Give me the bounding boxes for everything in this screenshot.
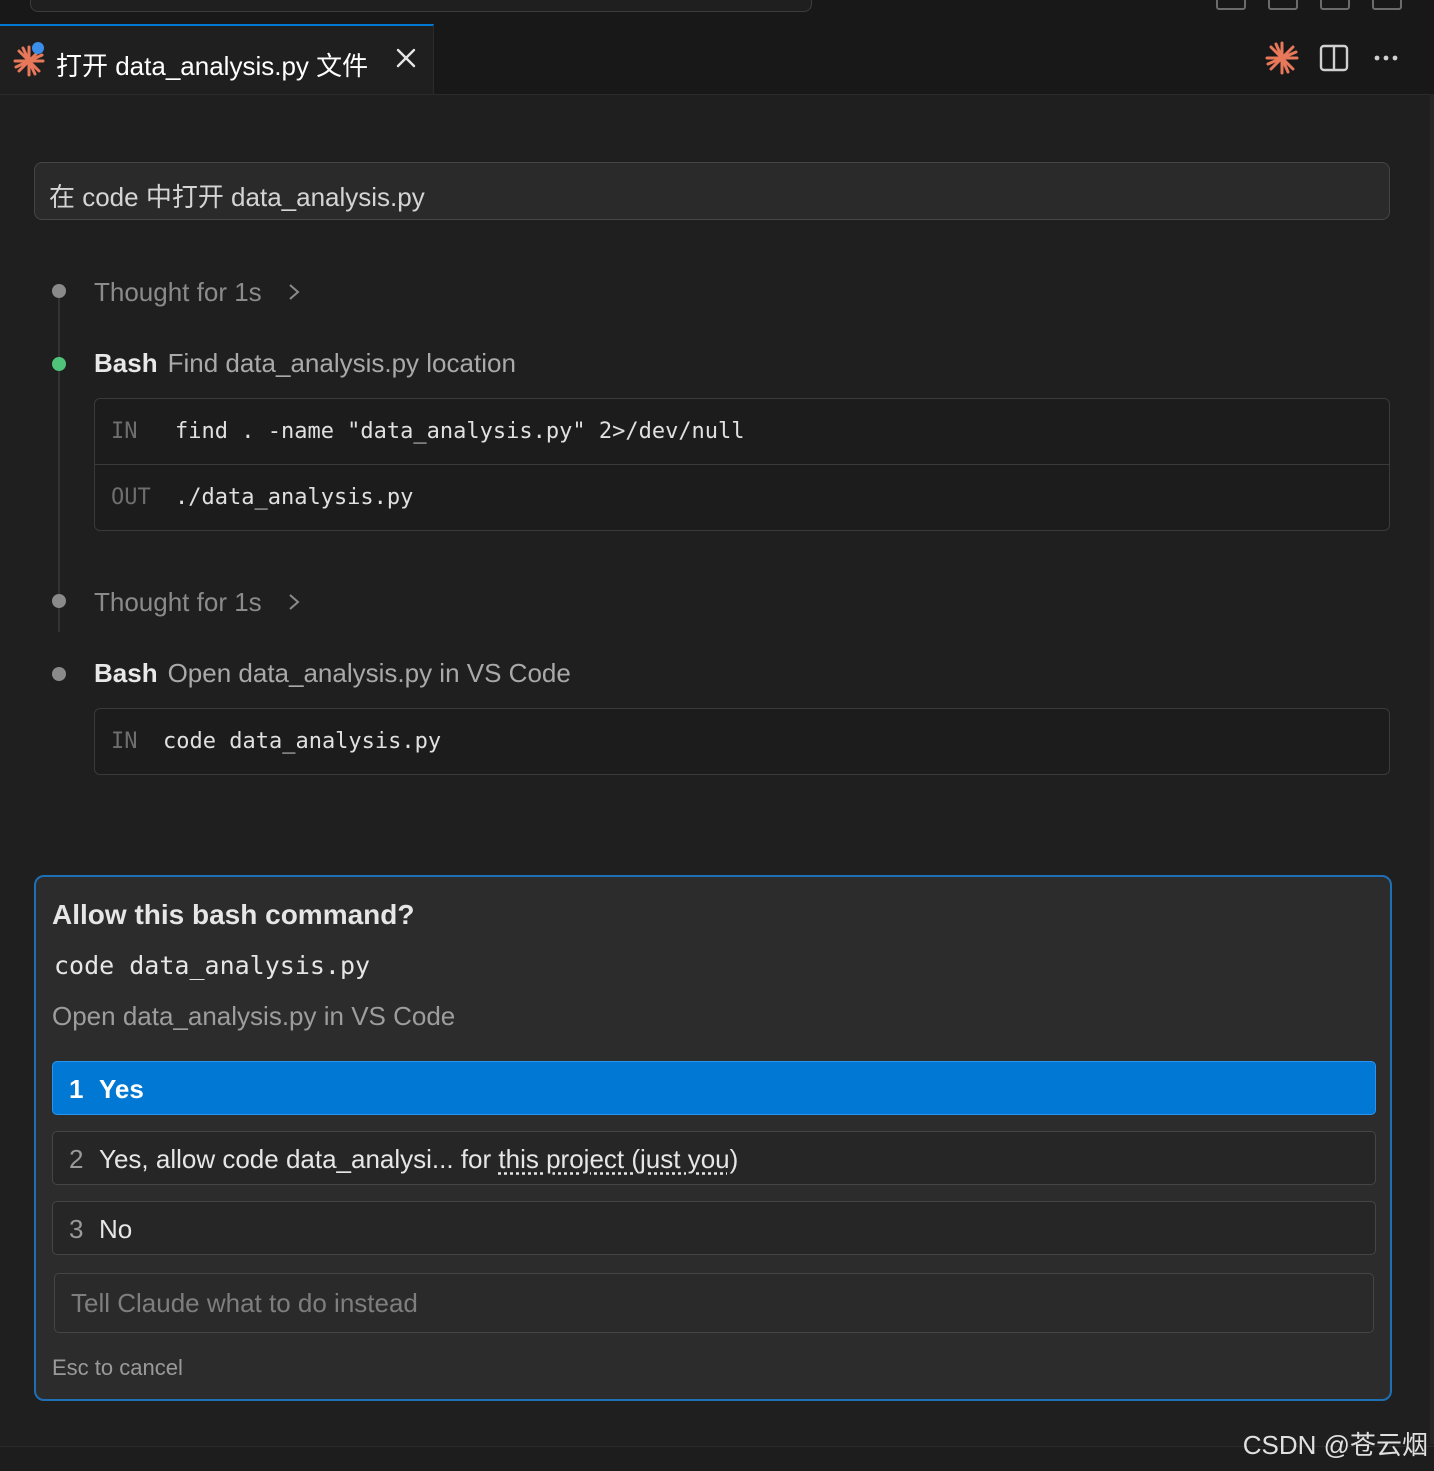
io-in-label: IN [111, 729, 138, 754]
timeline-bullet-success [52, 357, 66, 371]
layout-icon[interactable] [1268, 0, 1298, 10]
instead-input[interactable]: Tell Claude what to do instead [54, 1273, 1374, 1333]
option-number: 2 [69, 1144, 83, 1175]
option-number: 3 [69, 1214, 83, 1245]
chevron-right-icon[interactable] [286, 282, 302, 302]
bash-io-block: IN find . -name "data_analysis.py" 2>/de… [94, 398, 1390, 531]
title-bar [0, 0, 1434, 25]
option-label: No [99, 1214, 132, 1245]
thought-label: Thought for 1s [94, 587, 262, 617]
user-message-text: 在 code 中打开 data_analysis.py [49, 177, 425, 214]
tool-name: Bash [94, 658, 158, 688]
timeline-bullet-pending [52, 667, 66, 681]
unread-indicator [32, 42, 44, 54]
tool-description: Open data_analysis.py in VS Code [168, 658, 571, 688]
thought-label: Thought for 1s [94, 277, 262, 307]
editor-tab-bar: 打开 data_analysis.py 文件 [0, 24, 1434, 95]
option-label: Yes [99, 1074, 144, 1105]
tab-title: 打开 data_analysis.py 文件 [56, 46, 368, 83]
bash-step-header: Bash Open data_analysis.py in VS Code [94, 658, 571, 689]
timeline-bullet [52, 594, 66, 608]
io-input-row: IN find . -name "data_analysis.py" 2>/de… [95, 399, 1389, 464]
permission-command: code data_analysis.py [54, 951, 370, 980]
io-input-command: find . -name "data_analysis.py" 2>/dev/n… [175, 419, 745, 444]
io-input-command: code data_analysis.py [163, 729, 441, 754]
option-allow-project[interactable]: 2 Yes, allow code data_analysi... for th… [52, 1131, 1376, 1185]
chevron-right-icon[interactable] [286, 592, 302, 612]
option-label: Yes, allow code data_analysi... for this… [99, 1144, 738, 1175]
tool-description: Find data_analysis.py location [168, 348, 516, 378]
io-in-label: IN [111, 419, 138, 444]
scrollbar[interactable] [1430, 94, 1434, 1444]
option-label-text: Yes, allow code data_analysi... for [99, 1144, 498, 1174]
layout-icon[interactable] [1216, 0, 1246, 10]
split-editor-icon[interactable] [1316, 40, 1352, 76]
thought-toggle[interactable]: Thought for 1s [94, 277, 262, 308]
option-no[interactable]: 3 No [52, 1201, 1376, 1255]
io-output-text: ./data_analysis.py [175, 485, 413, 510]
permission-dialog: Allow this bash command? code data_analy… [34, 875, 1392, 1401]
thought-toggle[interactable]: Thought for 1s [94, 587, 262, 618]
option-yes[interactable]: 1 Yes [52, 1061, 1376, 1115]
timeline-bullet [52, 284, 66, 298]
io-input-row: IN code data_analysis.py [95, 709, 1389, 774]
esc-hint: Esc to cancel [52, 1355, 183, 1381]
user-message: 在 code 中打开 data_analysis.py [34, 162, 1390, 220]
bottom-panel-edge [0, 1446, 1434, 1471]
claude-spark-icon[interactable] [1264, 40, 1300, 76]
layout-icon[interactable] [1372, 0, 1402, 10]
io-output-row: OUT ./data_analysis.py [95, 464, 1389, 530]
layout-icon[interactable] [1320, 0, 1350, 10]
bash-step-header: Bash Find data_analysis.py location [94, 348, 516, 379]
bash-io-block: IN code data_analysis.py [94, 708, 1390, 775]
more-icon[interactable] [1368, 40, 1404, 76]
scope-link[interactable]: this project (just you) [498, 1144, 738, 1174]
tab-claude-session[interactable]: 打开 data_analysis.py 文件 [0, 24, 434, 94]
command-center-search[interactable] [30, 0, 812, 12]
permission-title: Allow this bash command? [52, 899, 414, 931]
io-out-label: OUT [111, 485, 151, 510]
tool-name: Bash [94, 348, 158, 378]
watermark: CSDN @苍云烟 [1243, 1425, 1428, 1462]
timeline-line [58, 292, 60, 632]
option-number: 1 [69, 1074, 83, 1105]
close-icon[interactable] [392, 44, 420, 72]
permission-description: Open data_analysis.py in VS Code [52, 1001, 455, 1032]
